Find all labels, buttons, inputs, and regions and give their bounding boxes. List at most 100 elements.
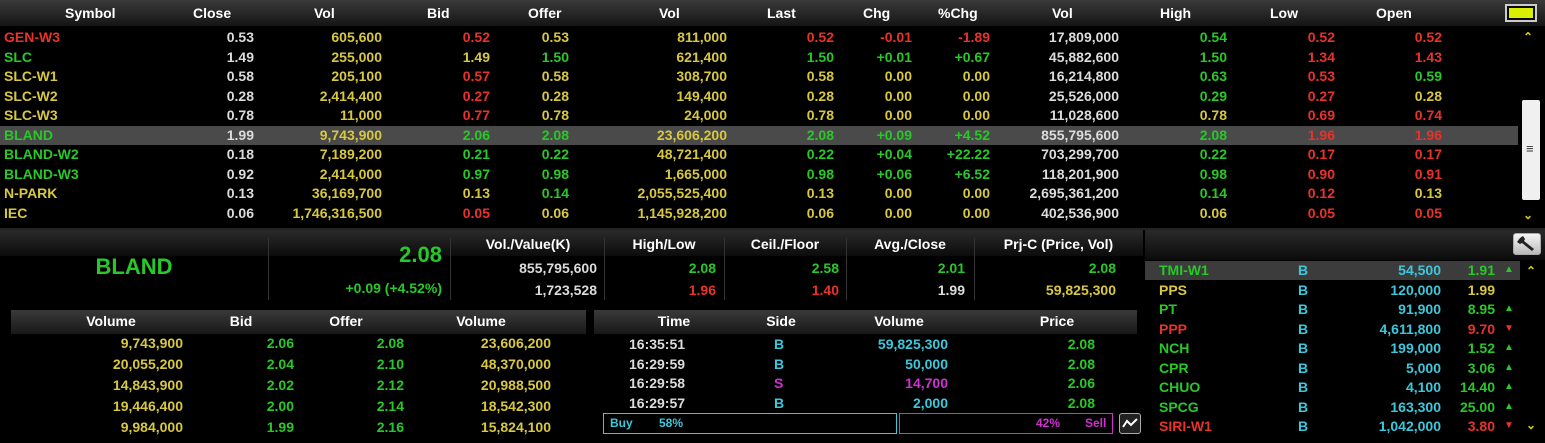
- orderbook-row[interactable]: 14,843,900 2.02 2.12 20,988,500: [11, 375, 586, 396]
- row-close: 0.53: [226, 29, 254, 45]
- col-symbol[interactable]: Symbol: [65, 5, 116, 21]
- market-row[interactable]: BLAND-W3 0.92 2,414,000 0.97 0.98 1,665,000 0.…: [0, 165, 1518, 185]
- trade-row[interactable]: PT B 91,900 8.95 ▲: [1145, 300, 1520, 319]
- col-bid-vol[interactable]: Vol: [314, 5, 335, 21]
- row-close: 0.92: [226, 165, 254, 182]
- row-open: 0.13: [1414, 185, 1442, 201]
- market-row[interactable]: SLC 1.49 255,000 1.49 1.50 621,400 1.50 +0.01 +0…: [0, 48, 1518, 68]
- quote-ceil: 2.58: [811, 260, 839, 276]
- ob-offer-volume: 23,606,200: [480, 335, 551, 351]
- row-symbol: IEC: [4, 204, 28, 221]
- quote-close: 1.99: [937, 282, 965, 298]
- market-row[interactable]: BLAND 1.99 9,743,900 2.06 2.08 23,606,200 2.08…: [0, 125, 1518, 145]
- arrow-up-icon: ▲: [1504, 361, 1514, 373]
- tk-volume: 59,825,300: [877, 336, 948, 352]
- col-offer-vol[interactable]: Vol: [659, 5, 680, 21]
- market-row[interactable]: GEN-W3 0.53 605,600 0.52 0.53 811,000 0.52 -0.0…: [0, 28, 1518, 48]
- row-offer: 2.08: [541, 126, 569, 143]
- col-offer[interactable]: Offer: [528, 5, 561, 21]
- chevron-up-icon[interactable]: ⌃: [1526, 264, 1536, 278]
- trade-side: B: [1298, 359, 1309, 376]
- market-row[interactable]: IEC 0.06 1,746,316,500 0.05 0.06 1,145,928,20…: [0, 204, 1518, 224]
- col-close[interactable]: Close: [193, 5, 231, 21]
- market-row[interactable]: N-PARK 0.13 36,169,700 0.13 0.14 2,055,525,40…: [0, 184, 1518, 204]
- trade-price: 3.06: [1467, 359, 1495, 376]
- row-symbol: SLC-W2: [4, 87, 58, 104]
- ticker-row[interactable]: 16:35:51 B 59,825,300 2.08: [594, 335, 1137, 354]
- orderbook-row[interactable]: 9,743,900 2.06 2.08 23,606,200: [11, 333, 586, 354]
- ob-bid: 2.04: [266, 356, 294, 372]
- tk-time: 16:29:59: [629, 355, 686, 372]
- chevron-up-icon[interactable]: ⌃: [1523, 30, 1533, 44]
- row-chg: +0.01: [876, 48, 912, 65]
- trade-row[interactable]: SPCG B 163,300 25.00 ▲: [1145, 398, 1520, 417]
- row-last: 1.50: [806, 48, 834, 65]
- market-row[interactable]: SLC-W1 0.58 205,100 0.57 0.58 308,700 0.58 0.00…: [0, 67, 1518, 87]
- col-chg[interactable]: Chg: [863, 5, 890, 21]
- ticker-row[interactable]: 16:29:57 B 2,000 2.08: [594, 394, 1137, 413]
- ticker-row[interactable]: 16:29:58 S 14,700 2.06: [594, 374, 1137, 393]
- col-high[interactable]: High: [1160, 5, 1191, 21]
- ob-bid-volume: 9,743,900: [120, 335, 183, 351]
- market-row[interactable]: SLC-W2 0.28 2,414,400 0.27 0.28 149,400 0.28 0.…: [0, 87, 1518, 107]
- col-last[interactable]: Last: [767, 5, 796, 21]
- row-symbol: N-PARK: [4, 185, 58, 201]
- row-open: 1.43: [1414, 48, 1442, 65]
- trade-row[interactable]: CHUO B 4,100 14.40 ▲: [1145, 378, 1520, 397]
- col-pchg[interactable]: %Chg: [938, 5, 978, 21]
- col-open[interactable]: Open: [1376, 5, 1412, 21]
- row-symbol: GEN-W3: [4, 29, 60, 45]
- ob-bid: 1.99: [266, 419, 294, 435]
- trade-row[interactable]: PPS B 120,000 1.99: [1145, 281, 1520, 300]
- trade-row[interactable]: CPR B 5,000 3.06 ▲: [1145, 359, 1520, 378]
- ob-bid-volume: 14,843,900: [112, 377, 183, 393]
- col-vol[interactable]: Vol: [1052, 5, 1073, 21]
- orderbook-row[interactable]: 19,446,400 2.00 2.14 18,542,300: [11, 396, 586, 417]
- row-chg: -0.01: [880, 29, 912, 45]
- row-bid: 1.49: [462, 48, 490, 65]
- ob-bid: 2.00: [266, 398, 294, 414]
- market-row[interactable]: SLC-W3 0.78 11,000 0.77 0.78 24,000 0.78 0.00 0.…: [0, 106, 1518, 126]
- row-open: 0.91: [1414, 165, 1442, 182]
- chevron-down-icon[interactable]: ⌄: [1526, 418, 1536, 432]
- orderbook-row[interactable]: 9,984,000 1.99 2.16 15,824,100: [11, 417, 586, 438]
- row-close: 0.78: [226, 107, 254, 123]
- quote-change: +0.09 (+4.52%): [345, 280, 442, 296]
- ticker-row[interactable]: 16:29:59 B 50,000 2.08: [594, 355, 1137, 374]
- row-last: 0.78: [806, 107, 834, 123]
- settings-button[interactable]: [1513, 233, 1541, 255]
- orderbook-row[interactable]: 20,055,200 2.04 2.10 48,370,000: [11, 354, 586, 375]
- arrow-up-icon: ▲: [1504, 264, 1514, 275]
- trade-volume: 54,500: [1398, 262, 1441, 278]
- row-low: 0.69: [1307, 107, 1335, 123]
- chevron-down-icon[interactable]: ⌄: [1523, 208, 1533, 222]
- row-vol-bid: 1,746,316,500: [292, 204, 382, 221]
- market-scrollbar[interactable]: ⌃ ≡ ⌄: [1520, 28, 1542, 226]
- trade-row[interactable]: PPP B 4,611,800 9.70 ▼: [1145, 320, 1520, 339]
- col-low[interactable]: Low: [1270, 5, 1298, 21]
- market-row[interactable]: BLAND-W2 0.18 7,189,200 0.21 0.22 48,721,400 0…: [0, 145, 1518, 165]
- buy-percent: 58%: [659, 416, 684, 430]
- row-vol: 703,299,700: [1041, 146, 1119, 162]
- trade-row[interactable]: TMI-W1 B 54,500 1.91 ▲: [1145, 261, 1520, 280]
- sell-percent: 42%: [1036, 416, 1061, 430]
- row-vol-offer: 23,606,200: [656, 126, 727, 143]
- battery-icon[interactable]: [1505, 4, 1537, 22]
- line-chart-button[interactable]: [1119, 413, 1141, 434]
- trade-row[interactable]: SIRI-W1 B 1,042,000 3.80 ▼: [1145, 417, 1520, 436]
- row-symbol: BLAND-W2: [4, 146, 79, 162]
- scroll-thumb[interactable]: ≡: [1522, 100, 1540, 200]
- row-close: 0.06: [226, 204, 254, 221]
- ob-bid: 2.06: [266, 335, 294, 351]
- trade-symbol: PT: [1159, 301, 1177, 317]
- trade-price: 1.99: [1467, 281, 1495, 298]
- row-bid: 0.27: [462, 87, 490, 104]
- col-bid[interactable]: Bid: [427, 5, 450, 21]
- ob-col-bid: Bid: [229, 313, 253, 329]
- arrow-up-icon: ▲: [1504, 400, 1514, 412]
- trade-row[interactable]: NCH B 199,000 1.52 ▲: [1145, 339, 1520, 358]
- row-chg: 0.00: [884, 68, 912, 84]
- row-vol-bid: 605,600: [331, 29, 382, 45]
- ob-offer: 2.08: [376, 335, 404, 351]
- row-bid: 0.77: [462, 107, 490, 123]
